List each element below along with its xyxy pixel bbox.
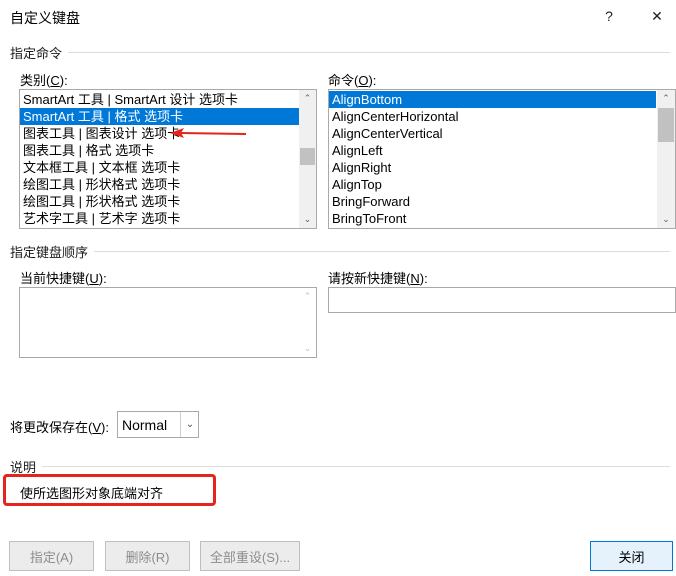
scroll-down-icon[interactable]: ⌄ — [657, 211, 675, 228]
category-item-selected[interactable]: SmartArt 工具 | 格式 选项卡 — [20, 108, 300, 125]
command-item[interactable]: BringToFront — [329, 210, 656, 227]
save-in-combobox[interactable]: Normal ⌄ — [117, 411, 199, 438]
command-item[interactable]: BringForward — [329, 193, 656, 210]
current-keys-label: 当前快捷键(U): — [20, 271, 107, 286]
commands-list: AlignBottom AlignCenterHorizontal AlignC… — [329, 91, 656, 227]
chevron-down-icon[interactable]: ⌄ — [180, 412, 199, 437]
specify-command-group-label: 指定命令 — [10, 46, 63, 61]
category-item[interactable]: 图表工具 | 格式 选项卡 — [20, 142, 300, 159]
scroll-up-icon[interactable]: ⌃ — [299, 90, 316, 107]
scroll-up-icon[interactable]: ⌃ — [299, 288, 316, 305]
current-keys-scrollbar[interactable]: ⌃ ⌄ — [299, 288, 316, 357]
current-keys-listbox[interactable]: ⌃ ⌄ — [19, 287, 317, 358]
category-item[interactable]: SmartArt 工具 | SmartArt 设计 选项卡 — [20, 91, 300, 108]
category-item[interactable]: 绘图工具 | 形状格式 选项卡 — [20, 176, 300, 193]
scroll-down-icon[interactable]: ⌄ — [299, 211, 316, 228]
categories-list: SmartArt 工具 | SmartArt 设计 选项卡 SmartArt 工… — [20, 91, 300, 227]
save-in-value: Normal — [122, 416, 168, 433]
category-item[interactable]: 绘图工具 | 形状格式 选项卡 — [20, 193, 300, 210]
categories-label: 类别(C): — [20, 73, 68, 88]
command-item[interactable]: AlignCenterVertical — [329, 125, 656, 142]
category-item[interactable]: 艺术字工具 | 艺术字 选项卡 — [20, 210, 300, 227]
command-item-selected[interactable]: AlignBottom — [329, 91, 656, 108]
divider — [94, 251, 670, 252]
categories-listbox[interactable]: SmartArt 工具 | SmartArt 设计 选项卡 SmartArt 工… — [19, 89, 317, 229]
scroll-thumb[interactable] — [658, 108, 674, 142]
command-item[interactable]: AlignRight — [329, 159, 656, 176]
new-key-input[interactable] — [328, 287, 676, 313]
command-item[interactable]: AlignLeft — [329, 142, 656, 159]
help-button[interactable]: ? — [592, 2, 626, 30]
assign-button[interactable]: 指定(A) — [9, 541, 94, 571]
new-key-label: 请按新快捷键(N): — [328, 271, 428, 286]
close-icon: ✕ — [651, 7, 663, 24]
divider — [42, 466, 670, 467]
commands-label: 命令(O): — [328, 73, 377, 88]
scroll-thumb[interactable] — [300, 148, 315, 165]
close-button[interactable]: 关闭 — [590, 541, 673, 571]
annotation-highlight-box — [3, 474, 216, 506]
scroll-up-icon[interactable]: ⌃ — [657, 90, 675, 107]
annotation-arrow-icon — [170, 128, 247, 138]
reset-all-button[interactable]: 全部重设(S)... — [200, 541, 300, 571]
command-item[interactable]: AlignTop — [329, 176, 656, 193]
commands-scrollbar[interactable]: ⌃ ⌄ — [657, 90, 675, 228]
close-window-button[interactable]: ✕ — [640, 2, 674, 30]
commands-listbox[interactable]: AlignBottom AlignCenterHorizontal AlignC… — [328, 89, 676, 229]
command-item[interactable]: AlignCenterHorizontal — [329, 108, 656, 125]
keyboard-sequence-group-label: 指定键盘顺序 — [10, 245, 89, 260]
window-title: 自定义键盘 — [10, 10, 80, 26]
category-item[interactable]: 图表工具 | 图表设计 选项卡 — [20, 125, 300, 142]
title-bar: 自定义键盘 ? ✕ — [0, 0, 676, 34]
remove-button[interactable]: 删除(R) — [105, 541, 190, 571]
category-item[interactable]: 文本框工具 | 文本框 选项卡 — [20, 159, 300, 176]
categories-scrollbar[interactable]: ⌃ ⌄ — [299, 90, 316, 228]
scroll-down-icon[interactable]: ⌄ — [299, 340, 316, 357]
save-in-label: 将更改保存在(V): — [10, 420, 109, 435]
help-icon: ? — [605, 8, 613, 24]
divider — [68, 52, 670, 53]
